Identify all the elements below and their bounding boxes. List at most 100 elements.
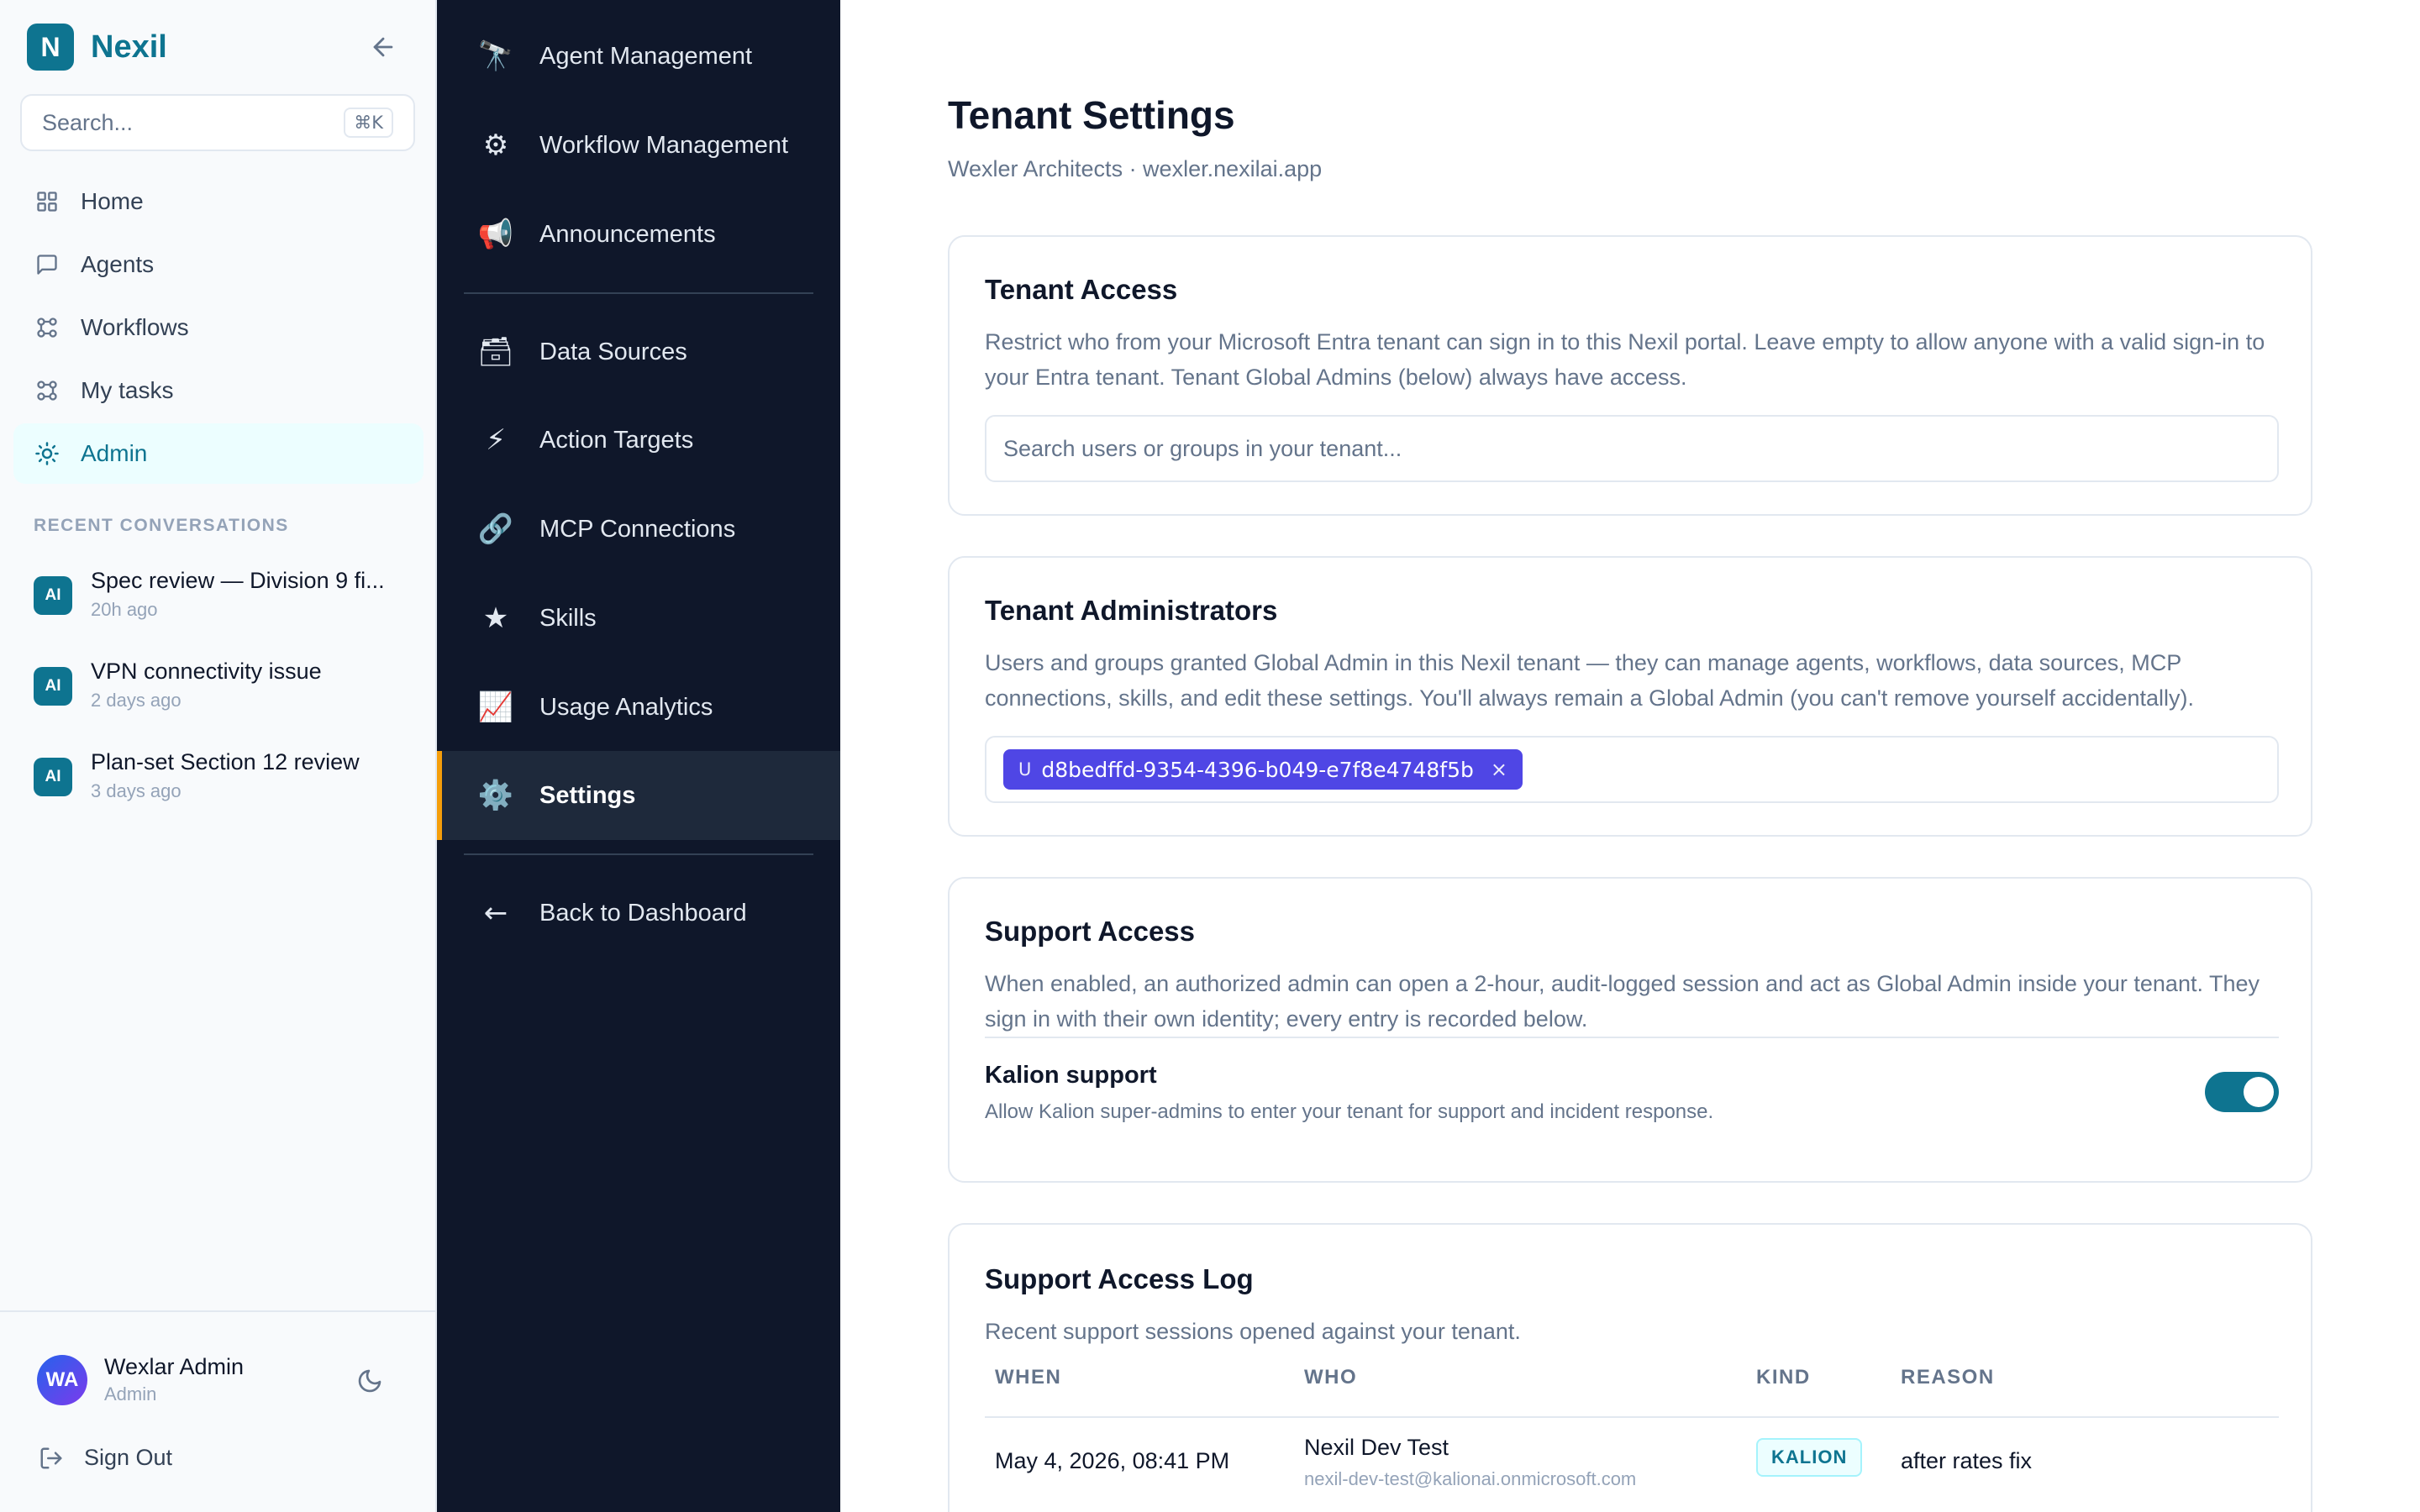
admin-nav-data-sources[interactable]: 🗃 Data Sources [437,307,840,396]
kalion-support-description: Allow Kalion super-admins to enter your … [985,1100,1714,1123]
chat-icon [34,251,60,278]
workflow-icon [34,377,60,404]
log-who-email: nexil-dev-test@kalionai.onmicrosoft.com [1304,1468,1637,1489]
admin-nav-mcp-connections[interactable]: 🔗 MCP Connections [437,485,840,574]
telescope-icon: 🔭 [477,39,514,73]
admin-nav-label: MCP Connections [539,515,736,543]
page-title: Tenant Settings [948,93,1235,137]
admin-nav-label: Data Sources [539,338,687,365]
support-log-card: Support Access Log Recent support sessio… [948,1223,2312,1512]
log-reason: after rates fix [1901,1448,2033,1473]
tenant-access-title: Tenant Access [985,274,1178,305]
admin-nav-skills[interactable]: ★ Skills [437,574,840,663]
brand-logo: N [27,24,74,71]
gear-icon: ⚙️ [477,779,514,812]
support-access-title: Support Access [985,916,1196,947]
user-role: Admin [104,1383,157,1404]
conversation-time: 20h ago [91,599,158,620]
column-header-when: WHEN [995,1366,1062,1389]
gear-icon: ⚙ [482,129,509,162]
sidebar-item-workflows[interactable]: Workflows [13,297,424,358]
link-icon: 🔗 [477,512,514,546]
conversation-title: VPN connectivity issue [91,659,322,684]
log-out-icon [39,1446,64,1471]
sign-out-button[interactable]: Sign Out [39,1445,172,1471]
search-input[interactable]: Search... ⌘K [20,94,415,151]
kalion-support-title: Kalion support [985,1062,1157,1089]
search-placeholder: Search... [42,109,134,135]
admin-nav-label: Agent Management [539,42,753,70]
admin-nav-label: Action Targets [539,426,694,454]
toggle-knob [2244,1077,2274,1107]
remove-chip-button[interactable]: × [1491,758,1507,781]
sidebar-item-label: Workflows [81,314,189,340]
recent-conversations-list: AI Spec review — Division 9 fi... 20h ag… [20,556,415,828]
log-who: Nexil Dev Test [1304,1435,1449,1460]
support-access-description: When enabled, an authorized admin can op… [985,971,2260,1032]
user-profile[interactable]: WA Wexlar Admin Admin [37,1354,244,1405]
conversation-time: 2 days ago [91,690,182,711]
conversation-title: Plan-set Section 12 review [91,749,360,774]
ai-badge: AI [34,576,72,615]
conversation-item[interactable]: AI VPN connectivity issue 2 days ago [20,647,415,738]
ai-badge: AI [34,758,72,796]
conversation-item[interactable]: AI Plan-set Section 12 review 3 days ago [20,738,415,828]
admin-chip: U d8bedffd-9354-4396-b049-e7f8e4748f5b × [1003,749,1523,790]
grid-icon [34,188,60,215]
arrow-left-icon [373,37,393,57]
admin-nav-announcements[interactable]: 📢 Announcements [437,190,840,279]
ai-badge: AI [34,667,72,706]
support-log-description: Recent support sessions opened against y… [985,1319,1521,1344]
card-file-box-icon: 🗃 [477,335,514,369]
sidebar-nav: Home Agents Workflows My tasks Admin [13,171,424,486]
kind-badge: KALION [1756,1438,1863,1477]
tenant-admins-title: Tenant Administrators [985,595,1278,626]
recent-conversations-label: RECENT CONVERSATIONS [34,516,289,535]
admin-nav-agent-management[interactable]: 🔭 Agent Management [437,12,840,101]
theme-toggle-button[interactable] [353,1364,387,1398]
lightning-icon: ⚡ [486,423,506,457]
column-header-kind: KIND [1756,1366,1811,1389]
divider [985,1037,2279,1038]
admin-nav-settings[interactable]: ⚙️ Settings [437,751,840,840]
sidebar-item-admin[interactable]: Admin [13,423,424,484]
kalion-support-toggle[interactable] [2205,1072,2279,1112]
sidebar-footer: WA Wexlar Admin Admin Sign Out [0,1310,435,1512]
page-subtitle: Wexler Architects · wexler.nexilai.app [948,156,1323,181]
sidebar-item-my-tasks[interactable]: My tasks [13,360,424,421]
sign-out-label: Sign Out [84,1445,173,1470]
main-content: Tenant Settings Wexler Architects · wexl… [840,0,2420,1512]
sidebar-item-label: Agents [81,251,155,277]
search-shortcut: ⌘K [344,108,393,138]
tenant-admins-description: Users and groups granted Global Admin in… [985,650,2195,711]
tenant-admins-input[interactable]: U d8bedffd-9354-4396-b049-e7f8e4748f5b × [985,736,2279,803]
chart-increasing-icon: 📈 [477,690,514,724]
conversation-time: 3 days ago [91,780,182,801]
collapse-sidebar-button[interactable] [363,29,403,66]
sidebar-item-label: Home [81,188,144,214]
tenant-access-search-input[interactable]: Search users or groups in your tenant... [985,415,2279,482]
conversation-item[interactable]: AI Spec review — Division 9 fi... 20h ag… [20,556,415,647]
admin-nav-workflow-management[interactable]: ⚙ Workflow Management [437,101,840,190]
moon-icon [358,1369,381,1393]
tenant-access-card: Tenant Access Restrict who from your Mic… [948,235,2312,516]
support-access-card: Support Access When enabled, an authoriz… [948,877,2312,1183]
column-header-who: WHO [1304,1366,1358,1389]
admin-nav: 🔭 Agent Management ⚙ Workflow Management… [437,0,840,1512]
sidebar-item-home[interactable]: Home [13,171,424,232]
admin-nav-action-targets[interactable]: ⚡ Action Targets [437,396,840,485]
user-name: Wexlar Admin [104,1354,245,1379]
sidebar-item-agents[interactable]: Agents [13,234,424,295]
brand[interactable]: N Nexil [27,23,167,71]
avatar: WA [37,1354,87,1405]
table-header-divider [985,1416,2279,1418]
megaphone-icon: 📢 [477,218,514,251]
user-type-icon: U [1018,759,1032,780]
workflow-icon [34,314,60,341]
admin-nav-usage-analytics[interactable]: 📈 Usage Analytics [437,663,840,752]
column-header-reason: REASON [1901,1366,1995,1389]
arrow-left-icon: ← [483,896,508,930]
admin-chip-label: d8bedffd-9354-4396-b049-e7f8e4748f5b [1041,757,1474,782]
admin-nav-back-to-dashboard[interactable]: ← Back to Dashboard [437,869,840,958]
brand-name: Nexil [91,29,167,65]
